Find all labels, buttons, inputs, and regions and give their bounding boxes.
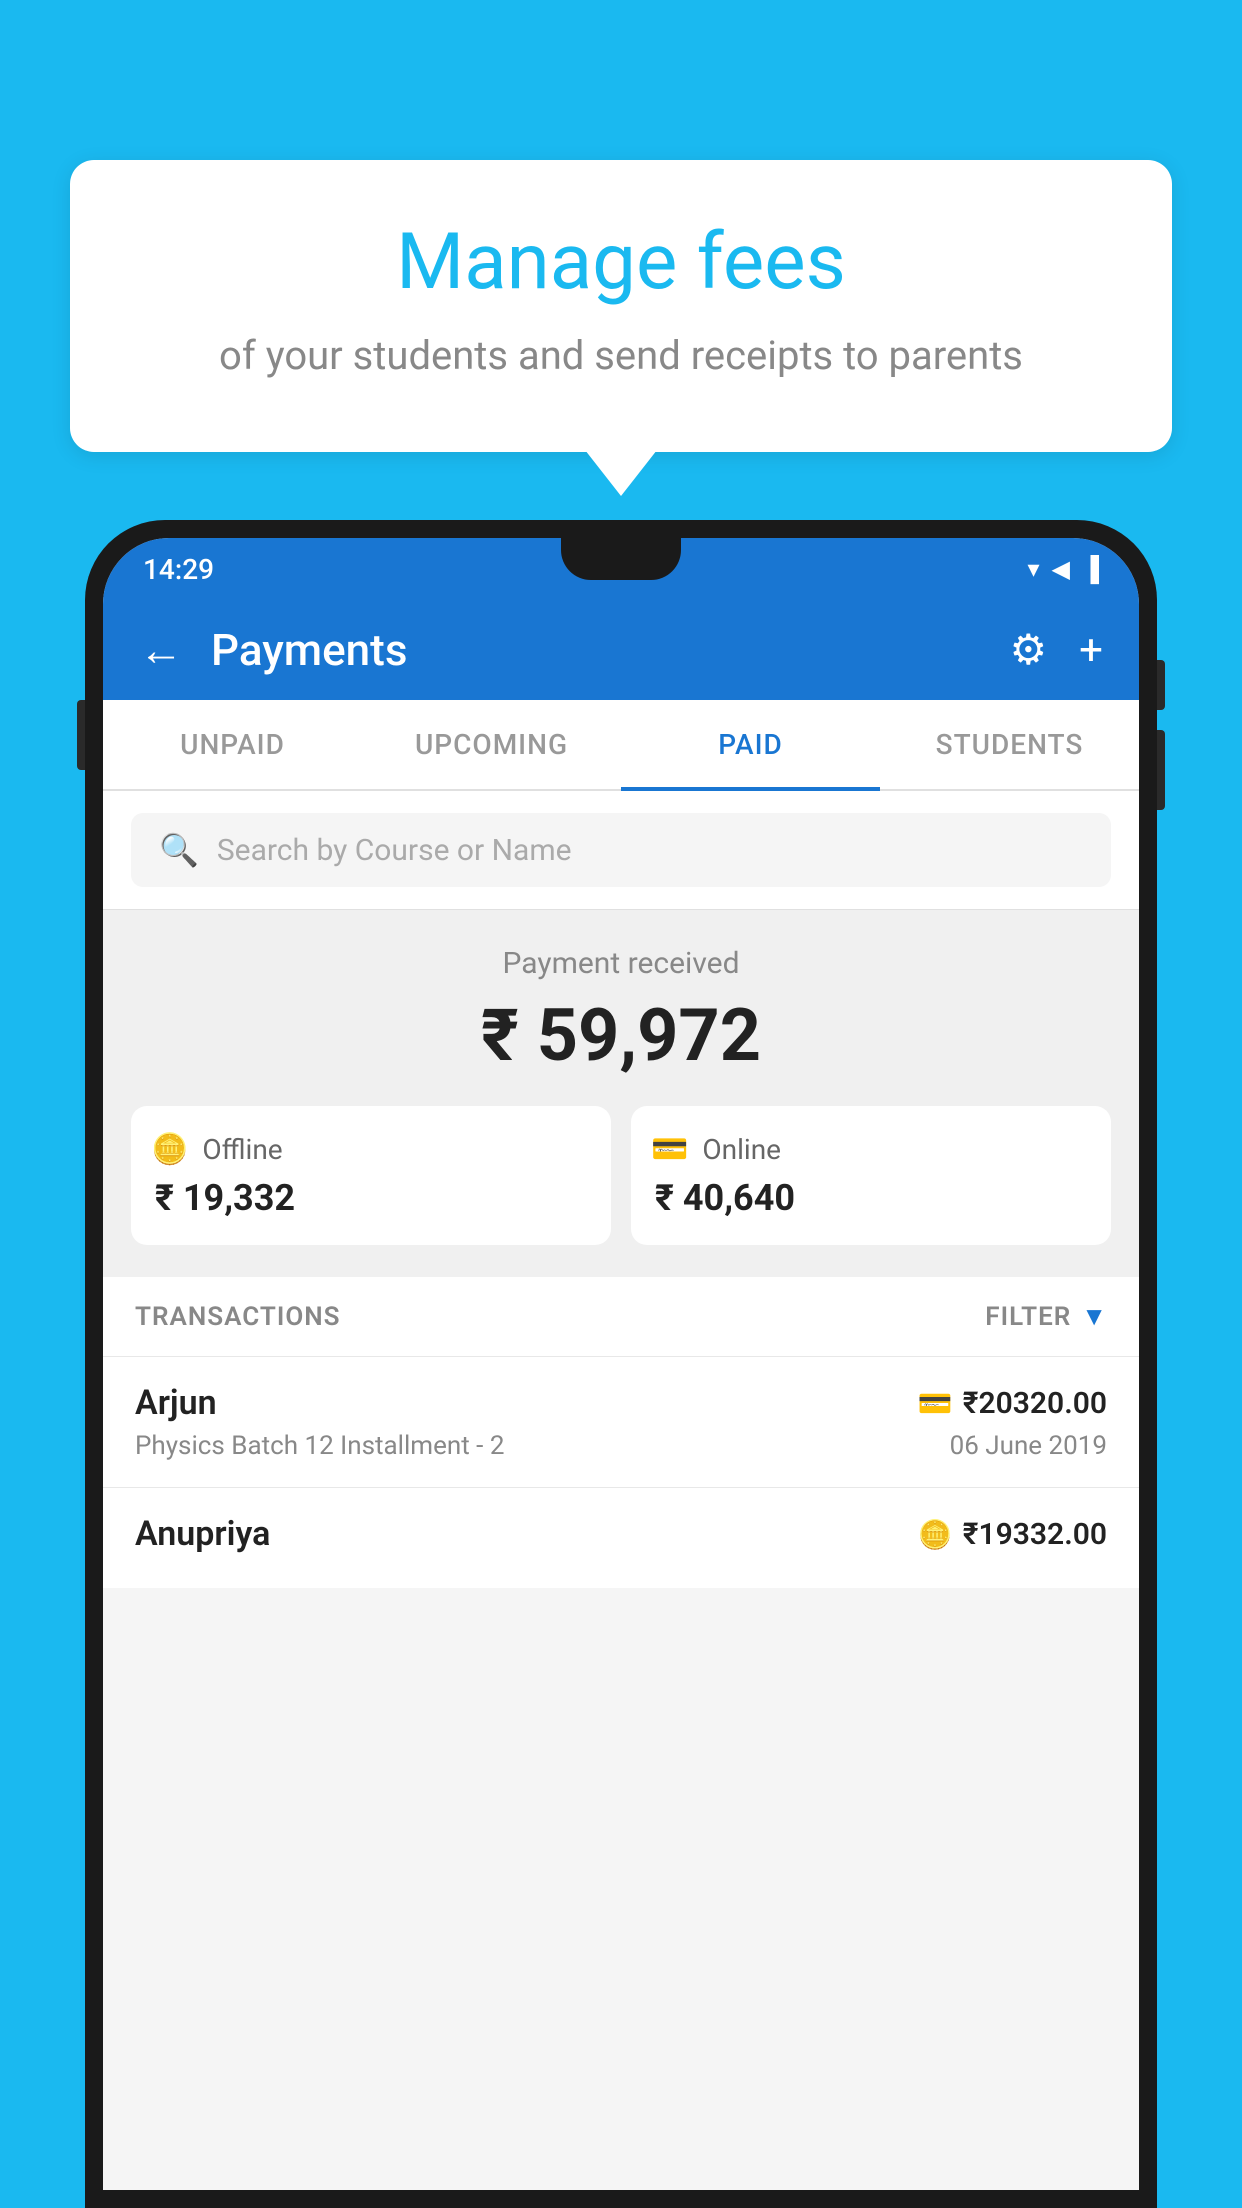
search-input[interactable]: Search by Course or Name — [217, 833, 572, 868]
phone-mockup: 14:29 ▾ ◀ ▐ ← Payments ⚙ + — [85, 520, 1157, 2208]
notch — [561, 538, 681, 580]
bubble-title: Manage fees — [150, 220, 1092, 306]
amount-container: 🪙 ₹19332.00 — [918, 1517, 1107, 1552]
tabs: UNPAID UPCOMING PAID STUDENTS — [103, 700, 1139, 791]
transaction-top: Anupriya 🪙 ₹19332.00 — [135, 1514, 1107, 1554]
phone-screen: 14:29 ▾ ◀ ▐ ← Payments ⚙ + — [103, 538, 1139, 2190]
offline-payment-icon: 🪙 — [918, 1518, 953, 1551]
transaction-amount: ₹20320.00 — [963, 1386, 1107, 1421]
app-bar: ← Payments ⚙ + — [103, 600, 1139, 700]
transaction-description: Physics Batch 12 Installment - 2 — [135, 1431, 504, 1461]
filter-label: FILTER — [985, 1302, 1071, 1332]
online-amount: ₹ 40,640 — [651, 1177, 1091, 1219]
tab-students[interactable]: STUDENTS — [880, 700, 1139, 789]
offline-icon: 🪙 — [151, 1132, 188, 1167]
back-button[interactable]: ← — [139, 624, 183, 676]
search-bar[interactable]: 🔍 Search by Course or Name — [131, 813, 1111, 887]
online-card: 💳 Online ₹ 40,640 — [631, 1106, 1111, 1245]
settings-icon[interactable]: ⚙ — [1010, 625, 1048, 675]
payment-received-label: Payment received — [131, 946, 1111, 981]
tab-paid[interactable]: PAID — [621, 700, 880, 789]
wifi-icon: ▾ — [1027, 555, 1039, 583]
signal-icon: ◀ — [1052, 555, 1070, 583]
table-row[interactable]: Arjun 💳 ₹20320.00 Physics Batch 12 Insta… — [103, 1356, 1139, 1487]
search-icon: 🔍 — [159, 831, 199, 869]
add-icon[interactable]: + — [1079, 626, 1103, 675]
tab-upcoming[interactable]: UPCOMING — [362, 700, 621, 789]
transaction-amount: ₹19332.00 — [963, 1517, 1107, 1552]
tab-unpaid[interactable]: UNPAID — [103, 700, 362, 789]
status-time: 14:29 — [143, 553, 214, 586]
app-bar-icons: ⚙ + — [1010, 625, 1104, 675]
offline-amount: ₹ 19,332 — [151, 1177, 591, 1219]
bubble-subtitle: of your students and send receipts to pa… — [150, 330, 1092, 382]
payment-summary: Payment received ₹ 59,972 🪙 Offline ₹ 19… — [103, 910, 1139, 1277]
transaction-name: Anupriya — [135, 1514, 270, 1554]
online-icon: 💳 — [651, 1132, 688, 1167]
battery-icon: ▐ — [1082, 555, 1099, 584]
online-card-header: 💳 Online — [651, 1132, 1091, 1167]
offline-label: Offline — [202, 1133, 282, 1166]
amount-container: 💳 ₹20320.00 — [918, 1386, 1107, 1421]
online-payment-icon: 💳 — [918, 1387, 953, 1420]
side-button-right-1 — [1157, 660, 1165, 710]
transaction-bottom: Physics Batch 12 Installment - 2 06 June… — [135, 1431, 1107, 1461]
transactions-label: TRANSACTIONS — [135, 1302, 341, 1332]
speech-bubble-section: Manage fees of your students and send re… — [70, 160, 1172, 452]
filter-container[interactable]: FILTER ▼ — [985, 1301, 1107, 1332]
payment-cards: 🪙 Offline ₹ 19,332 💳 Online ₹ 40,640 — [131, 1106, 1111, 1245]
status-icons: ▾ ◀ ▐ — [1027, 555, 1099, 584]
transaction-name: Arjun — [135, 1383, 217, 1423]
transactions-header: TRANSACTIONS FILTER ▼ — [103, 1277, 1139, 1356]
side-button-left — [77, 700, 85, 770]
offline-card: 🪙 Offline ₹ 19,332 — [131, 1106, 611, 1245]
status-bar: 14:29 ▾ ◀ ▐ — [103, 538, 1139, 600]
table-row[interactable]: Anupriya 🪙 ₹19332.00 — [103, 1487, 1139, 1588]
transaction-top: Arjun 💳 ₹20320.00 — [135, 1383, 1107, 1423]
payment-amount: ₹ 59,972 — [131, 993, 1111, 1078]
search-container: 🔍 Search by Course or Name — [103, 791, 1139, 910]
transaction-date: 06 June 2019 — [950, 1431, 1107, 1461]
offline-card-header: 🪙 Offline — [151, 1132, 591, 1167]
app-title: Payments — [211, 624, 982, 676]
online-label: Online — [702, 1133, 781, 1166]
side-button-right-2 — [1157, 730, 1165, 810]
speech-bubble: Manage fees of your students and send re… — [70, 160, 1172, 452]
filter-icon: ▼ — [1081, 1301, 1107, 1332]
phone-outer: 14:29 ▾ ◀ ▐ ← Payments ⚙ + — [85, 520, 1157, 2208]
